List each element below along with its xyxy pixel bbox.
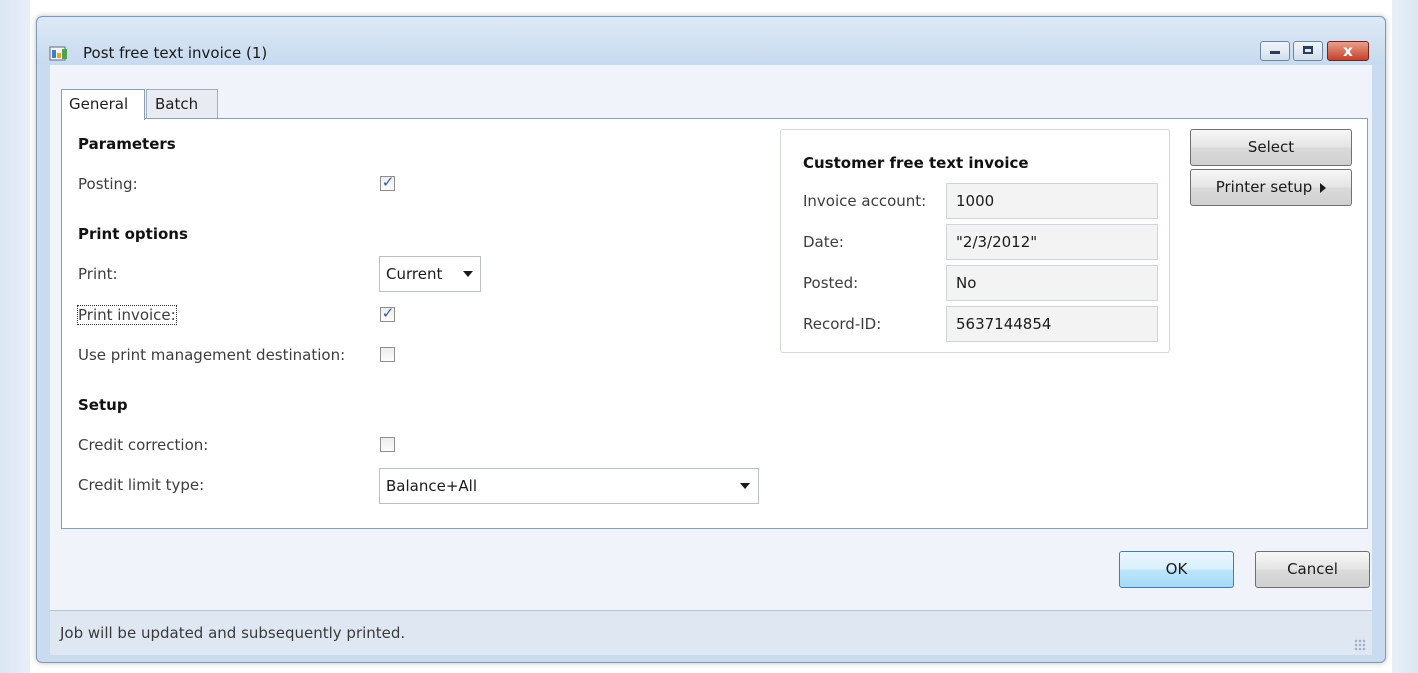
app-icon [49, 46, 67, 61]
cancel-button[interactable]: Cancel [1255, 551, 1370, 588]
check-icon: ✓ [381, 173, 395, 191]
invoice-account-value: 1000 [956, 192, 995, 210]
date-field[interactable]: "2/3/2012" [946, 224, 1158, 260]
invoice-account-field[interactable]: 1000 [946, 183, 1158, 219]
use-print-mgmt-label: Use print management destination: [78, 346, 346, 364]
close-button[interactable]: x [1327, 41, 1369, 61]
credit-limit-type-dropdown[interactable]: Balance+All [379, 468, 759, 504]
print-invoice-checkbox[interactable]: ✓ [380, 304, 395, 322]
maximize-button[interactable] [1293, 41, 1323, 61]
record-id-label: Record-ID: [803, 315, 882, 333]
chevron-down-icon [463, 271, 473, 277]
use-print-mgmt-checkbox[interactable] [380, 347, 395, 362]
posted-value: No [956, 274, 977, 292]
print-dropdown[interactable]: Current [379, 256, 481, 292]
posting-label: Posting: [78, 175, 138, 193]
desktop-background-right [1392, 0, 1418, 673]
minimize-button[interactable] [1260, 41, 1290, 61]
invoice-account-label: Invoice account: [803, 192, 927, 210]
maximize-icon [1303, 46, 1313, 54]
printer-setup-button[interactable]: Printer setup [1190, 169, 1352, 206]
credit-limit-type-value: Balance+All [386, 477, 477, 495]
credit-correction-checkbox[interactable] [380, 437, 395, 452]
resize-grip-icon[interactable] [1354, 639, 1366, 651]
posting-checkbox[interactable]: ✓ [380, 173, 395, 191]
print-invoice-label: Print invoice: [77, 305, 177, 325]
posted-field[interactable]: No [946, 265, 1158, 301]
customer-invoice-info-group: Customer free text invoice Invoice accou… [780, 129, 1170, 353]
printer-setup-label: Printer setup [1215, 178, 1313, 196]
window-title: Post free text invoice (1) [83, 44, 268, 62]
status-text: Job will be updated and subsequently pri… [60, 624, 406, 642]
select-button[interactable]: Select [1190, 129, 1352, 166]
general-tab-panel: Parameters Posting: ✓ Print options Prin… [61, 118, 1368, 529]
print-options-heading: Print options [78, 225, 188, 243]
dialog-client-area: General Batch Parameters Posting: ✓ Prin… [50, 65, 1372, 655]
print-label: Print: [78, 265, 118, 283]
record-id-field[interactable]: 5637144854 [946, 306, 1158, 342]
dialog-window: Post free text invoice (1) x General Bat… [36, 16, 1386, 663]
check-icon: ✓ [381, 304, 395, 322]
tab-general[interactable]: General [61, 89, 145, 120]
tab-batch[interactable]: Batch [146, 89, 218, 119]
parameters-heading: Parameters [78, 135, 176, 153]
ok-button[interactable]: OK [1119, 551, 1234, 588]
record-id-value: 5637144854 [956, 315, 1052, 333]
desktop-background-left [0, 0, 30, 673]
submenu-arrow-icon [1320, 182, 1327, 193]
close-icon: x [1343, 42, 1353, 60]
setup-heading: Setup [78, 396, 128, 414]
title-bar[interactable]: Post free text invoice (1) x [37, 17, 1385, 65]
chevron-down-icon [740, 483, 750, 489]
status-bar: Job will be updated and subsequently pri… [50, 610, 1372, 655]
invoice-info-heading: Customer free text invoice [803, 154, 1029, 172]
posted-label: Posted: [803, 274, 859, 292]
minimize-icon [1270, 51, 1280, 54]
credit-correction-label: Credit correction: [78, 436, 209, 454]
credit-limit-type-label: Credit limit type: [78, 476, 205, 494]
date-value: "2/3/2012" [956, 233, 1038, 251]
date-label: Date: [803, 233, 844, 251]
print-dropdown-value: Current [386, 265, 443, 283]
